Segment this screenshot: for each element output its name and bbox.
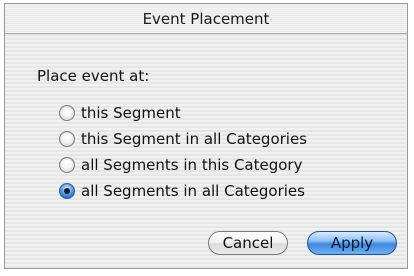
radio-option-all-segments-this-category[interactable]: all Segments in this Category	[59, 154, 307, 176]
event-placement-dialog: Event Placement Place event at: this Seg…	[4, 3, 408, 269]
radio-option-this-segment[interactable]: this Segment	[59, 102, 307, 124]
radio-label-all-segments-this-category: all Segments in this Category	[81, 156, 303, 174]
radio-label-this-segment-all-categories: this Segment in all Categories	[81, 130, 307, 148]
placement-radio-group: this Segment this Segment in all Categor…	[59, 102, 307, 206]
radio-label-this-segment: this Segment	[81, 104, 181, 122]
radio-button-all-segments-this-category[interactable]	[59, 157, 75, 173]
radio-button-this-segment-all-categories[interactable]	[59, 131, 75, 147]
apply-button[interactable]: Apply	[307, 231, 397, 255]
dialog-title: Event Placement	[5, 4, 407, 34]
radio-selected-dot-icon	[64, 188, 70, 194]
radio-label-all-segments-all-categories: all Segments in all Categories	[81, 182, 305, 200]
cancel-button[interactable]: Cancel	[208, 231, 288, 255]
placement-prompt: Place event at:	[37, 67, 150, 85]
radio-button-all-segments-all-categories[interactable]	[59, 183, 75, 199]
radio-button-this-segment[interactable]	[59, 105, 75, 121]
radio-option-this-segment-all-categories[interactable]: this Segment in all Categories	[59, 128, 307, 150]
radio-option-all-segments-all-categories[interactable]: all Segments in all Categories	[59, 180, 307, 202]
